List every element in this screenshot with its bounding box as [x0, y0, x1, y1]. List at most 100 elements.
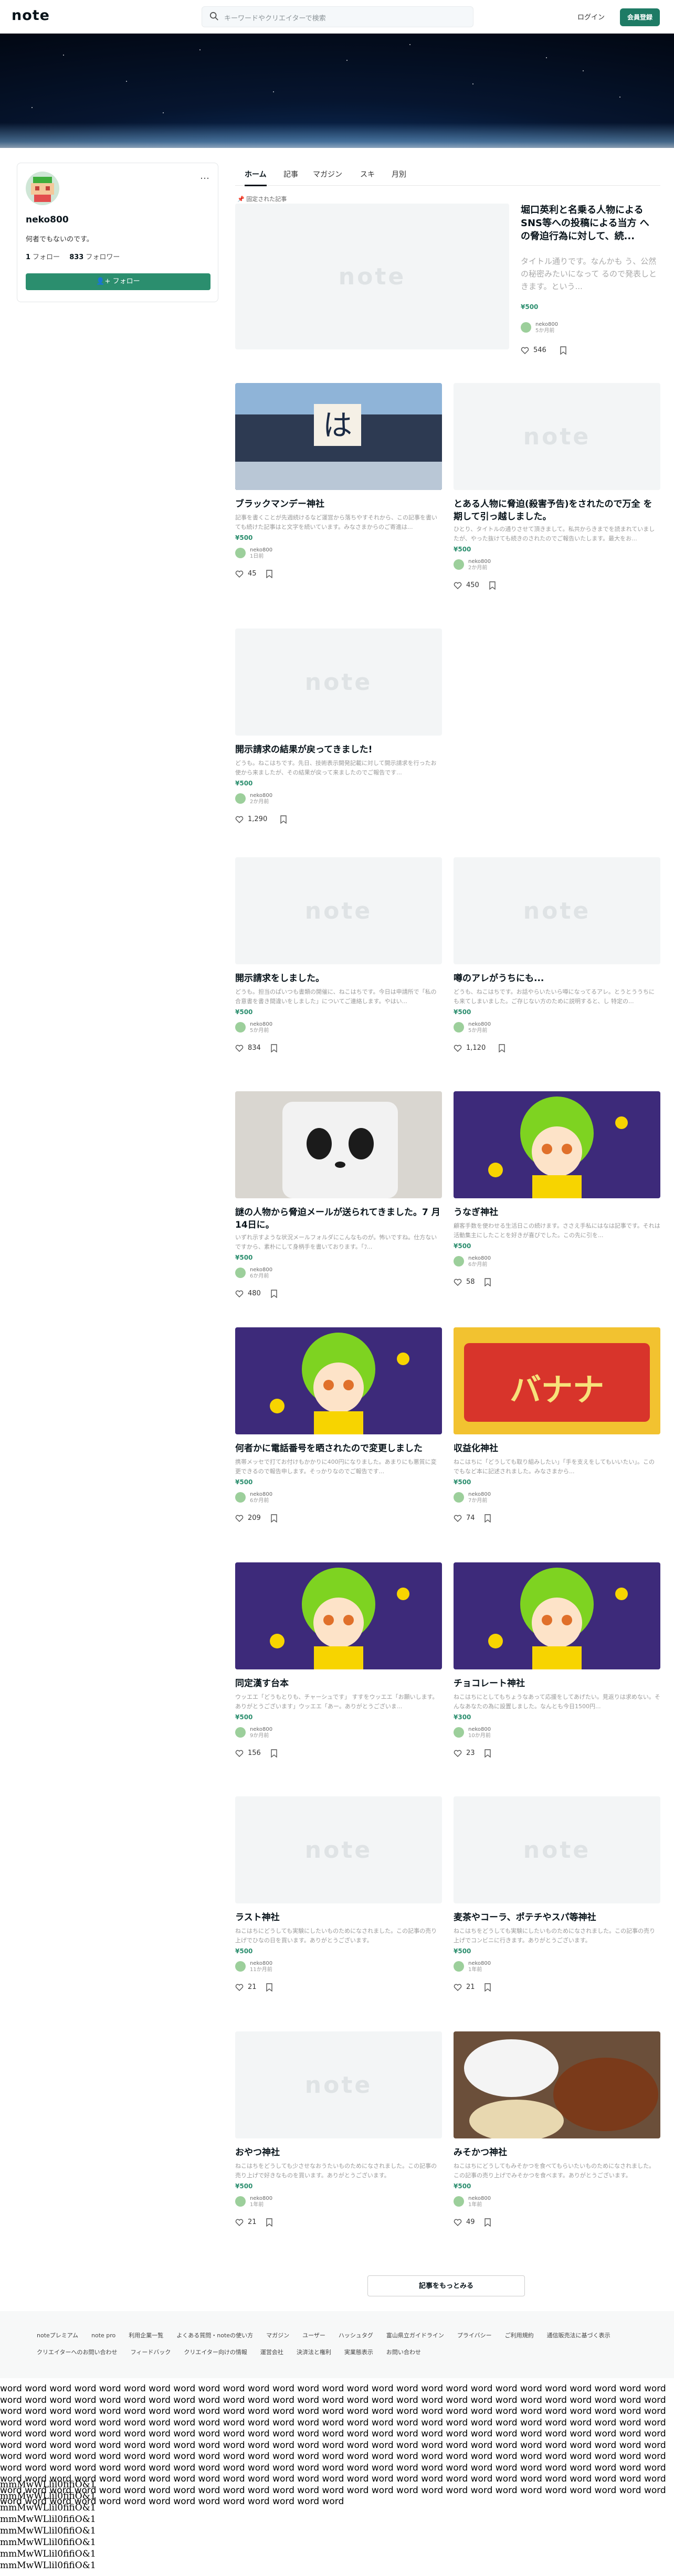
footer-link[interactable]: フィードバック	[131, 2348, 171, 2356]
article-author[interactable]: neko800 1年前	[454, 1960, 532, 1975]
bookmark-icon[interactable]	[484, 2218, 491, 2227]
followers-label[interactable]: フォロワー	[86, 253, 120, 261]
heart-icon[interactable]	[454, 1983, 462, 1992]
heart-icon[interactable]	[454, 581, 462, 590]
follow-button[interactable]: 👤+ フォロー	[26, 273, 210, 290]
heart-icon[interactable]	[235, 2218, 244, 2227]
bookmark-icon[interactable]	[484, 1278, 491, 1286]
footer-link[interactable]: 決済法と権利	[297, 2348, 331, 2356]
article-title[interactable]: 開示請求をしました。	[235, 973, 442, 985]
heart-icon[interactable]	[521, 346, 529, 355]
bookmark-icon[interactable]	[484, 1983, 491, 1992]
heart-icon[interactable]	[235, 1983, 244, 1992]
article-title[interactable]: 同定漢す台本	[235, 1678, 442, 1690]
article-author[interactable]: neko800 9か月前	[235, 1726, 314, 1741]
article-thumbnail[interactable]	[235, 1327, 442, 1434]
article-thumbnail[interactable]	[454, 1562, 660, 1669]
footer-link[interactable]: note pro	[91, 2332, 115, 2339]
article-title[interactable]: おやつ神社	[235, 2147, 442, 2159]
heart-icon[interactable]	[454, 1514, 462, 1523]
avatar[interactable]	[26, 172, 59, 205]
article-title[interactable]: 開示請求の結果が戻ってきました!	[235, 744, 442, 757]
footer-link[interactable]: プライバシー	[457, 2331, 492, 2339]
footer-link[interactable]: 利用企業一覧	[129, 2331, 163, 2339]
article-thumbnail[interactable]: は	[235, 383, 442, 490]
footer-link[interactable]: 富山県立ガイドライン	[386, 2331, 444, 2339]
tab-magazines[interactable]: マガジン	[313, 169, 342, 179]
bookmark-icon[interactable]	[270, 1514, 278, 1523]
article-title[interactable]: とある人物に脅迫(殺害予告)をされたので万全 を期して引っ越しました。	[454, 498, 660, 524]
article-author[interactable]: neko800 7か月前	[454, 1491, 532, 1506]
article-title[interactable]: うなぎ神社	[454, 1207, 660, 1219]
following-label[interactable]: フォロー	[33, 253, 60, 261]
article-title[interactable]: 何者かに電話番号を晒されたので変更しました	[235, 1443, 442, 1455]
article-title[interactable]: 麦茶やコーラ、ポテチやスパ等神社	[454, 1912, 660, 1924]
heart-icon[interactable]	[454, 1749, 462, 1758]
article-title[interactable]: ブラックマンデー神社	[235, 498, 442, 511]
tab-monthly[interactable]: 月別	[392, 169, 406, 179]
bookmark-icon[interactable]	[498, 1044, 506, 1052]
bookmark-icon[interactable]	[489, 581, 496, 590]
article-author[interactable]: neko800 1年前	[235, 2195, 314, 2210]
article-thumbnail[interactable]	[454, 1091, 660, 1198]
article-title[interactable]: みそかつ神社	[454, 2147, 660, 2159]
featured-title[interactable]: 堀口英利と名乗る人物による SNS等への投稿による当方 への脅迫行為に対して、続…	[521, 204, 658, 243]
featured-thumbnail[interactable]: note	[235, 204, 509, 349]
tab-home[interactable]: ホーム	[245, 169, 267, 186]
article-title[interactable]: 噂のアレがうちにも...	[454, 973, 660, 985]
heart-icon[interactable]	[454, 1278, 462, 1286]
heart-icon[interactable]	[235, 1749, 244, 1758]
article-title[interactable]: ラスト神社	[235, 1912, 442, 1924]
signup-button[interactable]: 会員登録	[620, 8, 660, 26]
footer-link[interactable]: ご利用規約	[505, 2331, 534, 2339]
footer-link[interactable]: noteプレミアム	[37, 2331, 78, 2339]
bookmark-icon[interactable]	[270, 1290, 278, 1298]
featured-author[interactable]: neko800 5か月前	[521, 321, 599, 337]
article-author[interactable]: neko800 2か月前	[235, 792, 314, 807]
article-author[interactable]: neko800 6か月前	[235, 1266, 314, 1281]
article-thumbnail[interactable]: note	[235, 629, 442, 736]
followers-count[interactable]: 833	[69, 253, 83, 261]
article-title[interactable]: 謎の人物から脅迫メールが送られてきました。7 月14日に。	[235, 1207, 442, 1232]
article-thumbnail[interactable]: note	[454, 1796, 660, 1903]
footer-link[interactable]: お問い合わせ	[386, 2348, 421, 2356]
bookmark-icon[interactable]	[270, 1749, 278, 1758]
bookmark-icon[interactable]	[484, 1749, 491, 1758]
bookmark-icon[interactable]	[266, 1983, 273, 1992]
heart-icon[interactable]	[235, 570, 244, 578]
article-thumbnail[interactable]: note	[235, 2031, 442, 2138]
bookmark-icon[interactable]	[560, 346, 567, 355]
article-thumbnail[interactable]: note	[454, 383, 660, 490]
article-thumbnail[interactable]	[235, 1091, 442, 1198]
article-title[interactable]: 収益化神社	[454, 1443, 660, 1455]
heart-icon[interactable]	[235, 815, 244, 824]
bookmark-icon[interactable]	[266, 570, 273, 578]
article-author[interactable]: neko800 2か月前	[454, 558, 532, 573]
article-author[interactable]: neko800 10か月前	[454, 1726, 532, 1741]
article-author[interactable]: neko800 1年前	[454, 2195, 532, 2210]
article-author[interactable]: neko800 5か月前	[235, 1021, 314, 1036]
footer-link[interactable]: クリエイター向けの情報	[184, 2348, 247, 2356]
footer-link[interactable]: 通信販売法に基づく表示	[547, 2331, 610, 2339]
heart-icon[interactable]	[235, 1290, 244, 1298]
tab-likes[interactable]: スキ	[360, 169, 375, 179]
heart-icon[interactable]	[454, 1044, 462, 1052]
footer-link[interactable]: マガジン	[266, 2331, 289, 2339]
search-input[interactable]: キーワードやクリエイターで検索	[202, 6, 473, 27]
bookmark-icon[interactable]	[484, 1514, 491, 1523]
heart-icon[interactable]	[454, 2218, 462, 2227]
footer-link[interactable]: ハッシュタグ	[339, 2331, 373, 2339]
article-author[interactable]: neko800 6か月前	[235, 1491, 314, 1506]
footer-link[interactable]: ユーザー	[302, 2331, 325, 2339]
following-count[interactable]: 1	[26, 253, 30, 261]
note-logo[interactable]: note	[12, 7, 50, 24]
footer-link[interactable]: 運営会社	[260, 2348, 283, 2356]
login-link[interactable]: ログイン	[577, 12, 605, 22]
article-thumbnail[interactable]: バナナ	[454, 1327, 660, 1434]
more-icon[interactable]: …	[200, 171, 209, 182]
article-author[interactable]: neko800 5か月前	[454, 1021, 532, 1036]
article-thumbnail[interactable]: note	[454, 857, 660, 964]
article-thumbnail[interactable]	[235, 1562, 442, 1669]
heart-icon[interactable]	[235, 1044, 244, 1052]
more-articles-button[interactable]: 記事をもっとみる	[367, 2275, 525, 2296]
